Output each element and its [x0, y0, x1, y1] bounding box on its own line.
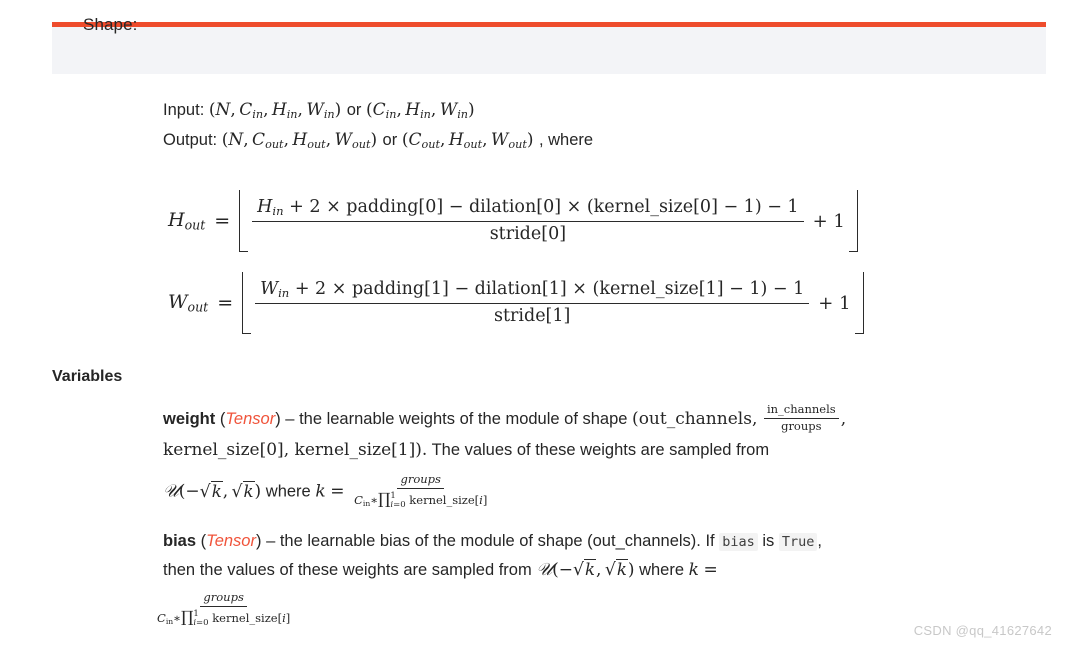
equation-wout: Wout = Win + 2 × padding[1] − dilation[1…	[168, 272, 864, 334]
equation-hout: Hout = Hin + 2 × padding[0] − dilation[0…	[168, 190, 858, 252]
equation-wout-fraction: Win + 2 × padding[1] − dilation[1] × (ke…	[255, 279, 810, 328]
floor-bracket-right-icon	[848, 190, 858, 252]
equation-wout-floor: Win + 2 × padding[1] − dilation[1] × (ke…	[242, 272, 864, 334]
equation-wout-numerator: Win + 2 × padding[1] − dilation[1] × (ke…	[255, 279, 810, 304]
variable-name-weight: weight	[163, 410, 216, 428]
k-frac-den-weight: Cin∗∏ 1 i=0 kernel_size[i]	[354, 489, 488, 510]
where-word: , where	[538, 131, 594, 149]
variable-desc-bias-1: the learnable bias of the module of shap…	[279, 532, 715, 550]
weight-shape-open: (out_channels,	[632, 409, 758, 429]
equation-hout-tail: + 1	[812, 210, 845, 232]
input-label: Input:	[163, 101, 205, 119]
variable-type-weight: Tensor	[225, 410, 276, 428]
input-tuple: (N, Cin, Hin, Win)	[208, 100, 347, 122]
sqrt-k-pos-bias: √k	[604, 559, 628, 580]
bias-k-fraction-wrapper: groups Cin∗∏ 1 i=0 kernel_size[i]	[152, 590, 295, 628]
equation-wout-denominator: stride[1]	[494, 305, 571, 326]
sqrt-k-pos: √k	[231, 480, 255, 502]
where-word-bias: where	[639, 561, 685, 579]
equals-bias: =	[703, 560, 718, 580]
equation-hout-body: Hin + 2 × padding[0] − dilation[0] × (ke…	[248, 197, 849, 246]
variables-heading: Variables	[52, 368, 123, 385]
output-tuple-alt: (Cout, Hout, Wout)	[401, 130, 539, 152]
output-shape-line: Output: (N, Cout, Hout, Wout) or (Cout, …	[163, 130, 593, 151]
uniform-close-bias: )	[627, 560, 635, 580]
or-word-output: or	[382, 131, 398, 149]
shape-section-panel	[52, 22, 1046, 74]
k-letter-weight: k	[315, 481, 326, 502]
bias-distribution-line: then the values of these weights are sam…	[163, 559, 718, 580]
k-letter-bias: k	[688, 560, 699, 580]
equation-hout-numerator: Hin + 2 × padding[0] − dilation[0] × (ke…	[252, 197, 804, 222]
equation-wout-equals: =	[217, 292, 234, 314]
output-tuple: (N, Cout, Hout, Wout)	[221, 130, 383, 152]
floor-bracket-right-icon	[854, 272, 864, 334]
equation-hout-lhs: Hout	[168, 209, 206, 233]
uniform-dist-symbol-bias: 𝒰	[536, 560, 553, 580]
equation-hout-floor: Hin + 2 × padding[0] − dilation[0] × (ke…	[239, 190, 858, 252]
variable-name-bias: bias	[163, 532, 197, 550]
uniform-mid: ,	[222, 481, 232, 502]
equals-weight: =	[330, 481, 345, 502]
code-bias: bias	[719, 533, 758, 551]
sqrt-k-neg-bias: √k	[572, 559, 596, 580]
csdn-watermark: CSDN @qq_41627642	[913, 623, 1052, 638]
input-shape-line: Input: (N, Cin, Hin, Win) or (Cin, Hin, …	[163, 100, 475, 121]
variable-entry-weight: weight (Tensor) – the learnable weights …	[163, 403, 1053, 466]
weight-shape-frac-num: in_channels	[763, 403, 839, 420]
output-label: Output:	[163, 131, 218, 149]
dash-weight: –	[285, 410, 295, 428]
uniform-mid-bias: ,	[596, 560, 605, 580]
k-fraction-weight: groups Cin∗∏ 1 i=0 kernel_size[i]	[351, 472, 490, 510]
equation-wout-body: Win + 2 × padding[1] − dilation[1] × (ke…	[251, 279, 854, 328]
equation-hout-fraction: Hin + 2 × padding[0] − dilation[0] × (ke…	[252, 197, 804, 246]
comma-bias: ,	[817, 532, 822, 550]
dash-bias: –	[266, 532, 276, 550]
equation-hout-equals: =	[214, 210, 231, 232]
weight-shape-rest: kernel_size[0], kernel_size[1]).	[163, 440, 428, 460]
paren-close: )	[275, 410, 281, 428]
uniform-open-bias: (−	[552, 560, 573, 580]
shape-section-title: Shape:	[83, 15, 138, 34]
weight-distribution-line: 𝒰(−√k, √k) where k = groups Cin∗∏ 1 i=0 ke…	[163, 472, 492, 510]
variable-desc-bias-2: then the values of these weights are sam…	[163, 561, 532, 579]
variable-desc-weight-1: the learnable weights of the module of s…	[299, 410, 628, 428]
uniform-close: )	[254, 481, 262, 502]
k-frac-num-bias: groups	[200, 590, 247, 607]
k-fraction-bias: groups Cin∗∏ 1 i=0 kernel_size[i]	[154, 590, 293, 628]
floor-bracket-left-icon	[239, 190, 249, 252]
code-true: True	[778, 533, 818, 551]
weight-shape-fraction: in_channels groups	[763, 403, 839, 434]
uniform-open: (−	[178, 481, 200, 502]
variable-entry-bias: bias (Tensor) – the learnable bias of th…	[163, 526, 1053, 558]
where-word-weight: where	[265, 482, 311, 501]
variable-type-bias: Tensor	[206, 532, 256, 550]
k-frac-num-weight: groups	[397, 472, 444, 489]
equation-wout-tail: + 1	[818, 292, 851, 314]
is-word-bias: is	[762, 532, 775, 550]
equation-hout-denominator: stride[0]	[489, 223, 567, 244]
floor-bracket-left-icon	[242, 272, 252, 334]
variable-desc-weight-2: The values of these weights are sampled …	[431, 441, 770, 459]
sqrt-k-neg: √k	[199, 480, 223, 502]
equation-wout-lhs: Wout	[168, 291, 209, 315]
paren-close-bias: )	[255, 532, 262, 550]
k-frac-den-bias: Cin∗∏ 1 i=0 kernel_size[i]	[157, 607, 291, 628]
weight-shape-comma: ,	[840, 409, 847, 429]
weight-shape-frac-den: groups	[781, 419, 822, 434]
input-tuple-alt: (Cin, Hin, Win)	[365, 100, 475, 122]
or-word-input: or	[346, 101, 362, 119]
uniform-dist-symbol: 𝒰	[163, 481, 179, 502]
